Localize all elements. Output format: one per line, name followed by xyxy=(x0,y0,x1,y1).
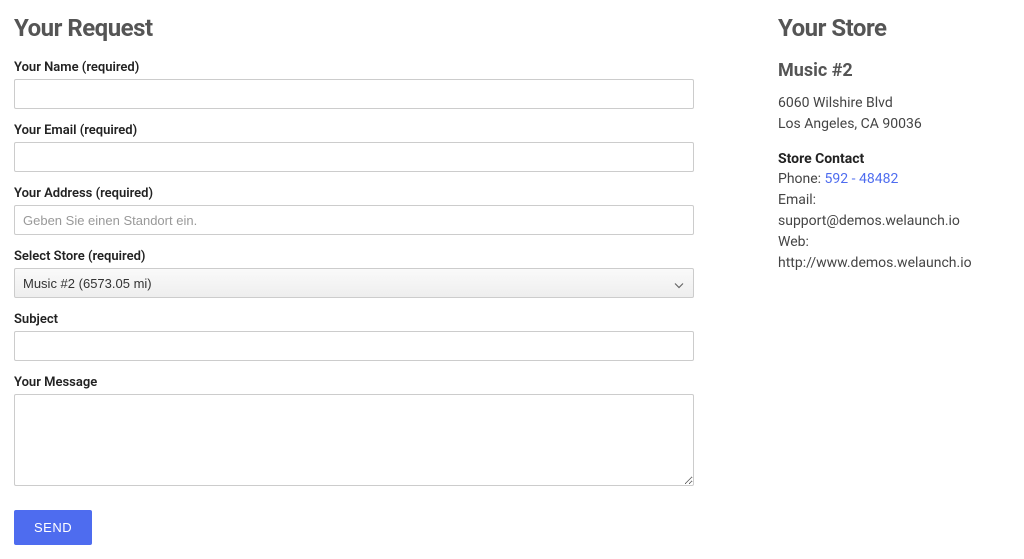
subject-input[interactable] xyxy=(14,331,694,361)
email-label: Your Email (required) xyxy=(14,123,694,138)
request-heading: Your Request xyxy=(14,14,694,42)
email-field-group: Your Email (required) xyxy=(14,123,694,172)
store-email-value: support@demos.welaunch.io xyxy=(778,213,960,229)
email-input[interactable] xyxy=(14,142,694,172)
web-label: Web: xyxy=(778,234,809,250)
store-address: 6060 Wilshire Blvd Los Angeles, CA 90036 xyxy=(778,93,988,135)
message-field-group: Your Message xyxy=(14,375,694,490)
message-label: Your Message xyxy=(14,375,694,390)
store-phone-line: Phone: 592 - 48482 xyxy=(778,169,988,190)
send-button[interactable]: SEND xyxy=(14,510,92,545)
store-select[interactable]: Music #2 (6573.05 mi) xyxy=(14,268,694,298)
name-input[interactable] xyxy=(14,79,694,109)
address-label: Your Address (required) xyxy=(14,186,694,201)
email-label: Email: xyxy=(778,192,816,208)
store-select-group: Select Store (required) Music #2 (6573.0… xyxy=(14,249,694,298)
store-web-value: http://www.demos.welaunch.io xyxy=(778,255,972,271)
address-input[interactable] xyxy=(14,205,694,235)
name-field-group: Your Name (required) xyxy=(14,60,694,109)
store-heading: Your Store xyxy=(778,14,988,42)
store-select-label: Select Store (required) xyxy=(14,249,694,264)
store-address-line1: 6060 Wilshire Blvd xyxy=(778,93,988,114)
store-address-line2: Los Angeles, CA 90036 xyxy=(778,114,988,135)
phone-label: Phone: xyxy=(778,171,825,187)
subject-label: Subject xyxy=(14,312,694,327)
store-contact-heading: Store Contact xyxy=(778,151,988,167)
address-field-group: Your Address (required) xyxy=(14,186,694,235)
store-name: Music #2 xyxy=(778,60,988,81)
subject-field-group: Subject xyxy=(14,312,694,361)
store-web-line: Web: http://www.demos.welaunch.io xyxy=(778,232,988,274)
message-textarea[interactable] xyxy=(14,394,694,486)
request-form-section: Your Request Your Name (required) Your E… xyxy=(14,14,694,545)
store-email-line: Email: support@demos.welaunch.io xyxy=(778,190,988,232)
store-info-section: Your Store Music #2 6060 Wilshire Blvd L… xyxy=(778,14,988,545)
name-label: Your Name (required) xyxy=(14,60,694,75)
store-phone-link[interactable]: 592 - 48482 xyxy=(825,171,899,187)
